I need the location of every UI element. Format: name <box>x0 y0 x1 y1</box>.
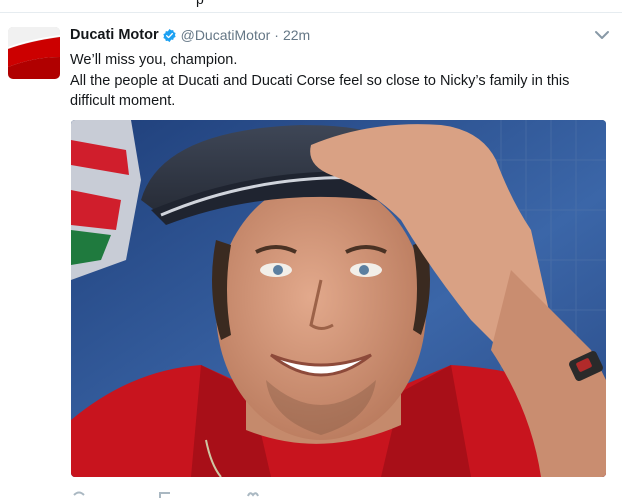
heart-icon[interactable] <box>246 490 260 500</box>
tweet-text-line: All the people at Ducati and Ducati Cors… <box>70 72 570 110</box>
ducati-logo-icon <box>8 27 60 79</box>
verified-badge-icon <box>162 28 177 43</box>
separator-dot: · <box>274 27 279 43</box>
previous-tweet-text-fragment: p <box>196 0 204 7</box>
display-name[interactable]: Ducati Motor <box>70 27 159 43</box>
reply-icon[interactable] <box>72 490 86 500</box>
rider-portrait-image <box>71 120 606 477</box>
tweet-card[interactable]: Ducati Motor @DucatiMotor · 22m We’ll mi… <box>0 13 622 498</box>
timestamp[interactable]: 22m <box>283 27 310 43</box>
avatar[interactable] <box>8 27 60 79</box>
chevron-down-icon[interactable] <box>594 28 610 40</box>
tweet-header: Ducati Motor @DucatiMotor · 22m <box>70 25 310 45</box>
tweet-actions <box>70 490 470 502</box>
tweet-photo[interactable] <box>71 120 606 477</box>
user-handle[interactable]: @DucatiMotor <box>181 27 271 43</box>
previous-tweet-fragment: p <box>0 0 622 12</box>
tweet-text-line: We’ll miss you, champion. <box>70 52 238 68</box>
tweet-text: We’ll miss you, champion. All the people… <box>70 50 610 112</box>
retweet-icon[interactable] <box>158 490 174 500</box>
